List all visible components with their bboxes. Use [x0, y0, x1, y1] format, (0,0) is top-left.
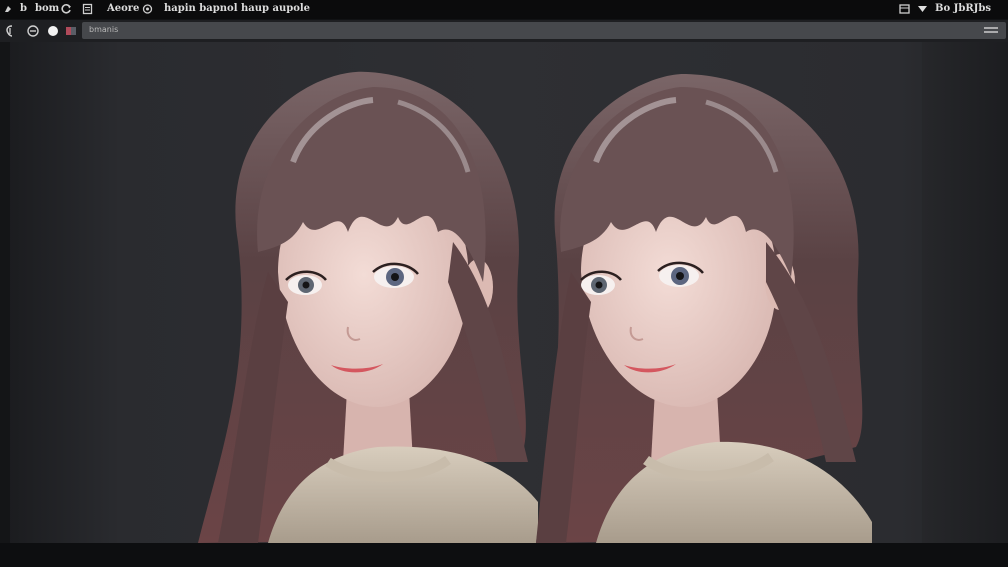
status-text: Bo JbRJbs: [935, 3, 991, 14]
menu-item-view[interactable]: Aeore: [107, 0, 139, 19]
window-icon[interactable]: [899, 3, 910, 15]
menu-icon[interactable]: [983, 26, 999, 35]
refresh-icon[interactable]: [61, 3, 72, 15]
menu-bar: b bom Aeore hapin bapnol haup aupole Bo …: [0, 0, 1008, 19]
app-logo-icon[interactable]: [3, 3, 14, 15]
record-icon[interactable]: [46, 24, 60, 38]
canvas-left-edge: [0, 42, 10, 543]
stop-icon[interactable]: [26, 24, 40, 38]
menu-item-help[interactable]: hapin bapnol haup aupole: [164, 0, 310, 19]
document-icon[interactable]: [82, 3, 93, 15]
portrait-left: [198, 71, 538, 543]
dropdown-arrow-icon[interactable]: [917, 3, 928, 15]
portrait-right: [536, 73, 872, 543]
palette-icon[interactable]: [64, 24, 78, 38]
menu-item-file[interactable]: b: [20, 0, 27, 19]
canvas-right-panel: [922, 42, 1008, 543]
address-bar[interactable]: bmanis: [82, 22, 1006, 39]
toolbar: bmanis: [0, 20, 1008, 43]
back-icon[interactable]: [3, 24, 17, 38]
menu-item-edit[interactable]: bom: [35, 0, 59, 19]
globe-icon[interactable]: [142, 3, 153, 15]
image-canvas[interactable]: [0, 42, 1008, 543]
address-text: bmanis: [89, 25, 119, 34]
bottom-bar: [0, 543, 1008, 567]
